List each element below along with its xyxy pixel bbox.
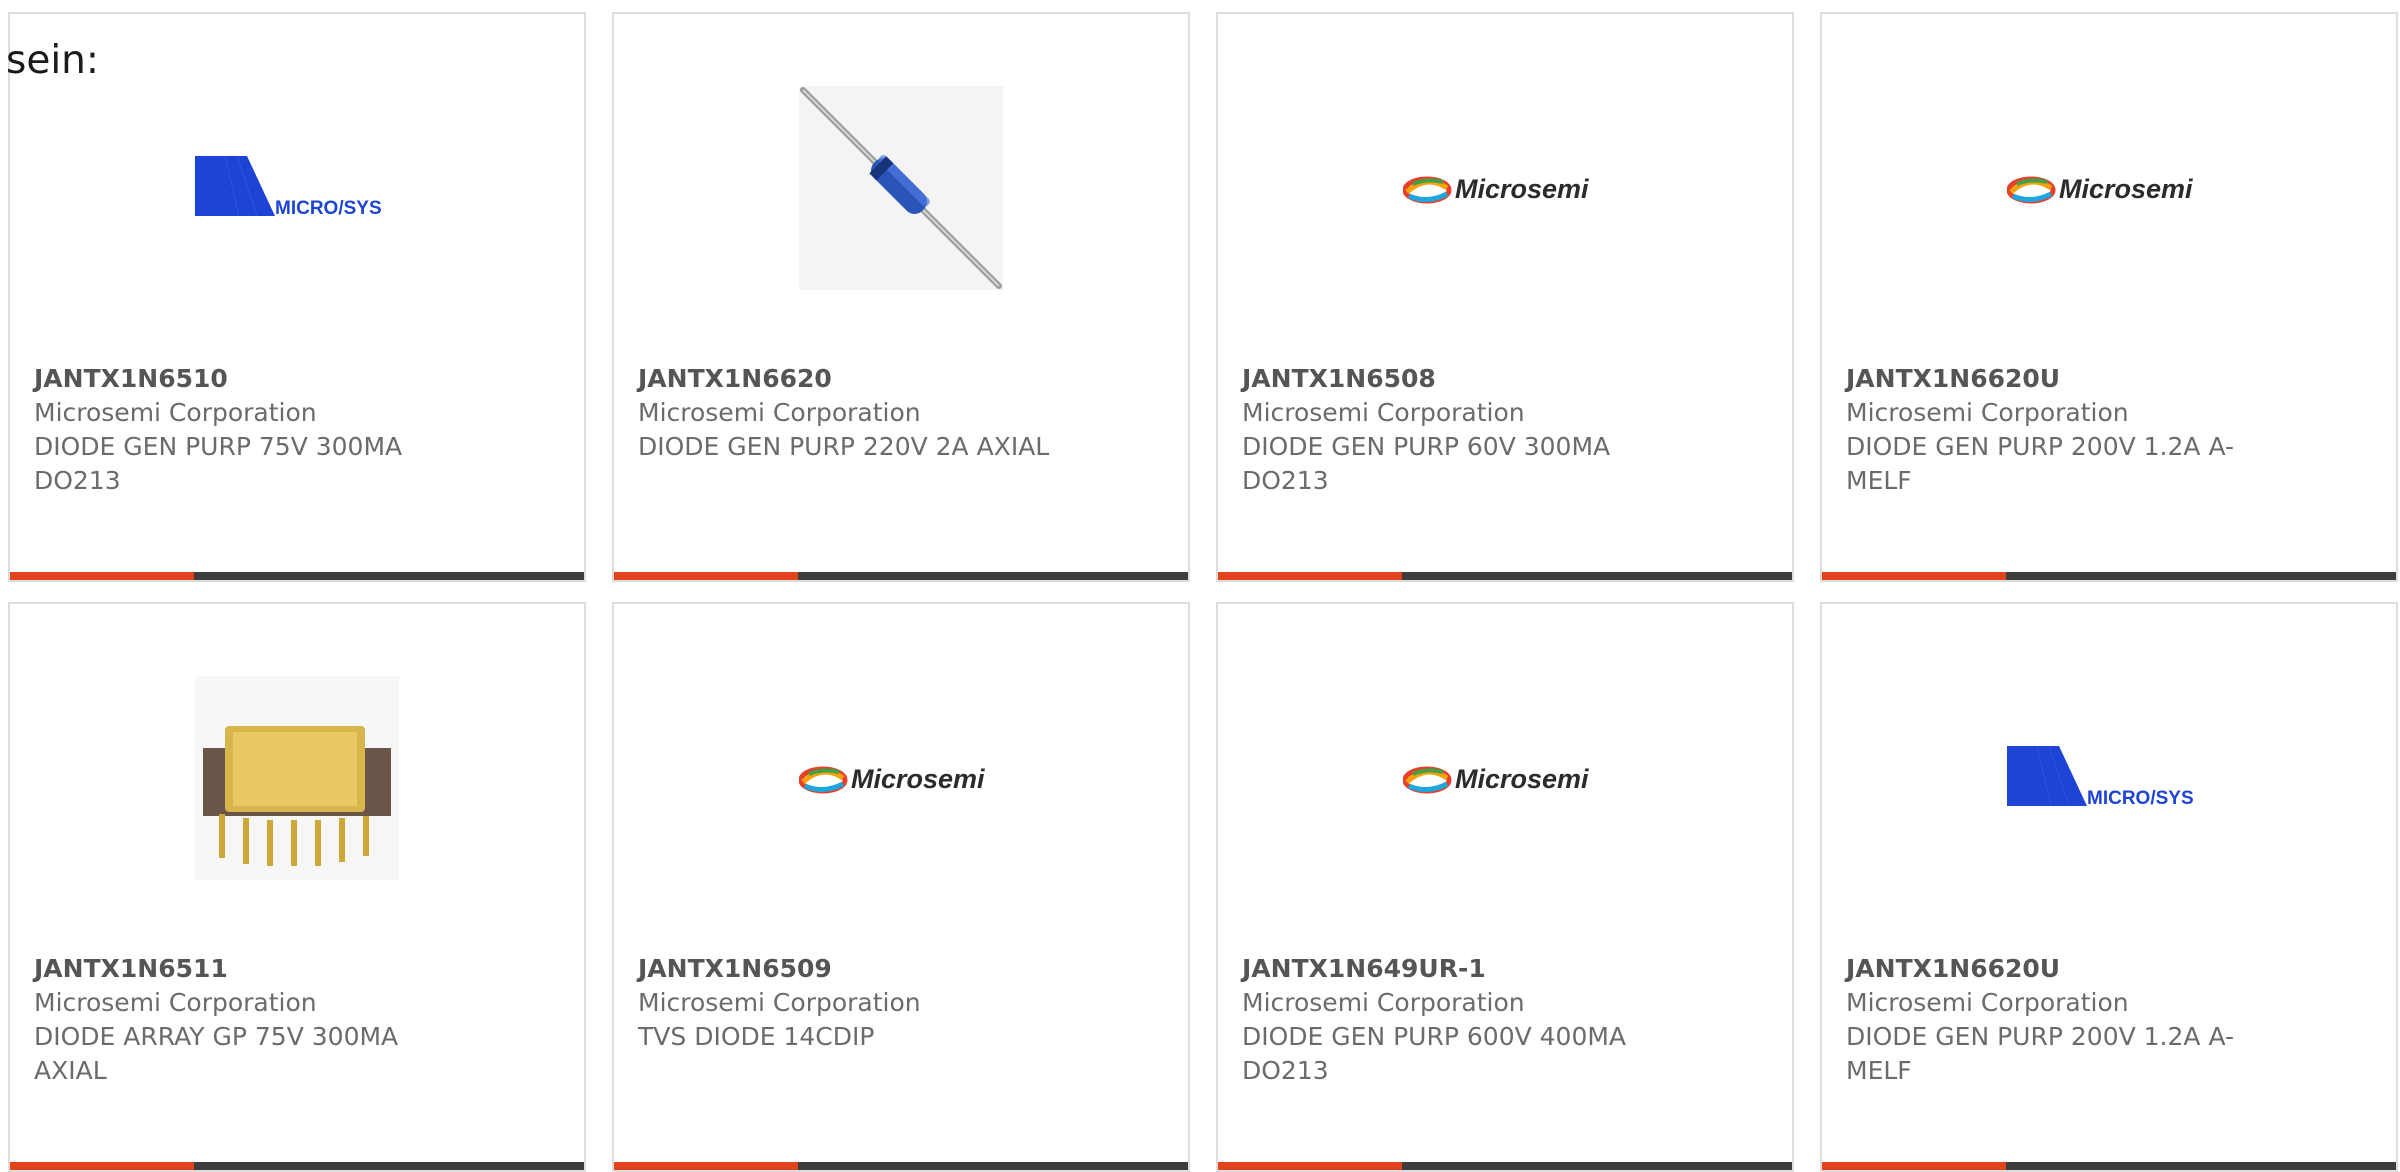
- axial-diode-photo: [799, 86, 1003, 290]
- product-card[interactable]: Microsemi JANTX1N6620U Microsemi Corpora…: [1820, 12, 2398, 582]
- product-card[interactable]: Microsemi JANTX1N649UR-1 Microsemi Corpo…: [1216, 602, 1794, 1172]
- part-number: JANTX1N6511: [34, 954, 228, 983]
- description: TVS DIODE 14CDIP: [638, 1022, 875, 1051]
- card-bottom-bar: [10, 572, 584, 580]
- card-bottom-bar: [1822, 572, 2396, 580]
- microsys-logo: MICRO/SYS: [2007, 746, 2194, 809]
- part-number: JANTX1N6509: [638, 954, 832, 983]
- manufacturer: Microsemi Corporation: [638, 988, 921, 1017]
- part-number: JANTX1N6620U: [1846, 364, 2061, 393]
- svg-text:Microsemi: Microsemi: [851, 764, 985, 794]
- card-bottom-bar: [1822, 1162, 2396, 1170]
- svg-text:MICRO/SYS: MICRO/SYS: [2087, 788, 2194, 809]
- manufacturer: Microsemi Corporation: [638, 398, 921, 427]
- card-bottom-bar: [1218, 572, 1792, 580]
- description: DIODE GEN PURP 75V 300MA DO213: [34, 432, 403, 495]
- dip-package-photo: [195, 676, 399, 880]
- part-number: JANTX1N6620U: [1846, 954, 2061, 983]
- description: DIODE GEN PURP 200V 1.2A A-MELF: [1846, 432, 2235, 495]
- product-image: Microsemi: [614, 674, 1188, 882]
- manufacturer: Microsemi Corporation: [1846, 398, 2129, 427]
- intro-text: sein:: [6, 38, 100, 83]
- microsemi-logo: Microsemi: [1403, 174, 1589, 204]
- description: DIODE GEN PURP 600V 400MA DO213: [1242, 1022, 1627, 1085]
- product-card[interactable]: JANTX1N6620 Microsemi Corporation DIODE …: [612, 12, 1190, 582]
- manufacturer: Microsemi Corporation: [34, 988, 317, 1017]
- part-number: JANTX1N6508: [1242, 364, 1436, 393]
- svg-text:Microsemi: Microsemi: [1455, 174, 1589, 204]
- product-image: [614, 84, 1188, 292]
- product-info: JANTX1N6508 Microsemi Corporation DIODE …: [1242, 362, 1768, 498]
- part-number: JANTX1N649UR-1: [1242, 954, 1486, 983]
- product-info: JANTX1N6510 Microsemi Corporation DIODE …: [34, 362, 560, 498]
- microsemi-logo: Microsemi: [1403, 764, 1589, 794]
- product-image: Microsemi: [1218, 84, 1792, 292]
- card-bottom-bar: [1218, 1162, 1792, 1170]
- description: DIODE GEN PURP 220V 2A AXIAL: [638, 432, 1050, 461]
- product-info: JANTX1N6620U Microsemi Corporation DIODE…: [1846, 952, 2372, 1088]
- product-image: Microsemi: [1822, 84, 2396, 292]
- product-image: MICRO/SYS: [10, 84, 584, 292]
- description: DIODE GEN PURP 60V 300MA DO213: [1242, 432, 1611, 495]
- product-info: JANTX1N6620U Microsemi Corporation DIODE…: [1846, 362, 2372, 498]
- manufacturer: Microsemi Corporation: [34, 398, 317, 427]
- microsemi-logo: Microsemi: [2007, 174, 2193, 204]
- product-info: JANTX1N6509 Microsemi Corporation TVS DI…: [638, 952, 1164, 1054]
- svg-text:MICRO/SYS: MICRO/SYS: [275, 198, 382, 219]
- product-card[interactable]: MICRO/SYS JANTX1N6510 Microsemi Corporat…: [8, 12, 586, 582]
- product-image: [10, 674, 584, 882]
- product-info: JANTX1N649UR-1 Microsemi Corporation DIO…: [1242, 952, 1768, 1088]
- description: DIODE GEN PURP 200V 1.2A A-MELF: [1846, 1022, 2235, 1085]
- microsemi-logo: Microsemi: [799, 764, 985, 794]
- card-bottom-bar: [10, 1162, 584, 1170]
- card-bottom-bar: [614, 572, 1188, 580]
- product-grid: MICRO/SYS JANTX1N6510 Microsemi Corporat…: [0, 0, 2400, 1172]
- product-info: JANTX1N6511 Microsemi Corporation DIODE …: [34, 952, 560, 1088]
- manufacturer: Microsemi Corporation: [1242, 398, 1525, 427]
- product-card[interactable]: JANTX1N6511 Microsemi Corporation DIODE …: [8, 602, 586, 1172]
- product-image: MICRO/SYS: [1822, 674, 2396, 882]
- manufacturer: Microsemi Corporation: [1242, 988, 1525, 1017]
- svg-text:Microsemi: Microsemi: [1455, 764, 1589, 794]
- manufacturer: Microsemi Corporation: [1846, 988, 2129, 1017]
- product-card[interactable]: Microsemi JANTX1N6508 Microsemi Corporat…: [1216, 12, 1794, 582]
- card-bottom-bar: [614, 1162, 1188, 1170]
- description: DIODE ARRAY GP 75V 300MA AXIAL: [34, 1022, 399, 1085]
- svg-text:Microsemi: Microsemi: [2059, 174, 2193, 204]
- product-info: JANTX1N6620 Microsemi Corporation DIODE …: [638, 362, 1164, 464]
- product-image: Microsemi: [1218, 674, 1792, 882]
- product-card[interactable]: Microsemi JANTX1N6509 Microsemi Corporat…: [612, 602, 1190, 1172]
- microsys-logo: MICRO/SYS: [195, 156, 382, 219]
- part-number: JANTX1N6620: [638, 364, 832, 393]
- product-card[interactable]: MICRO/SYS JANTX1N6620U Microsemi Corpora…: [1820, 602, 2398, 1172]
- part-number: JANTX1N6510: [34, 364, 228, 393]
